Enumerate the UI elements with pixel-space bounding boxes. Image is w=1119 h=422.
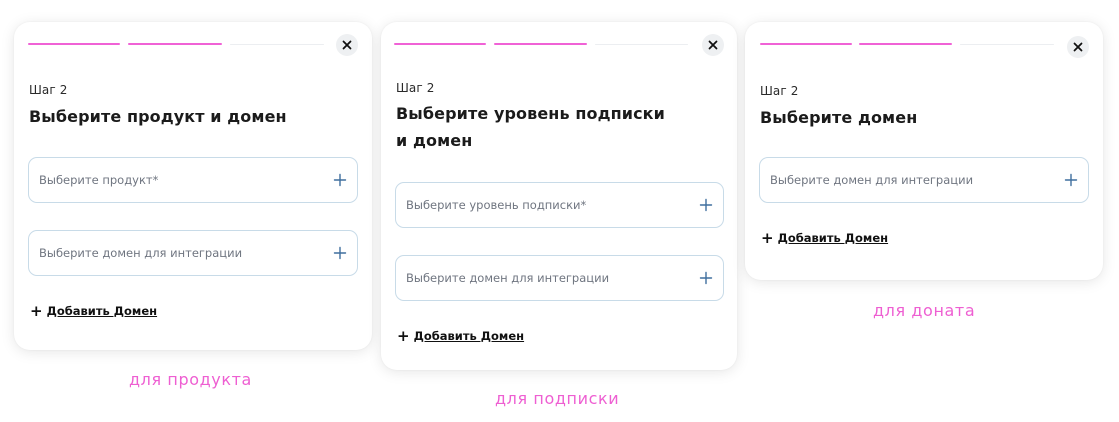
field-placeholder: Выберите продукт*	[39, 173, 159, 187]
progress-segment-1	[394, 43, 486, 45]
progress-segment-1	[28, 43, 120, 45]
caption-subscription: для подписки	[495, 389, 620, 408]
close-button[interactable]	[702, 34, 724, 56]
close-icon	[342, 40, 352, 50]
step-progress	[28, 43, 324, 45]
step-label: Шаг 2	[396, 81, 435, 95]
plus-icon	[699, 271, 713, 285]
plus-icon: +	[30, 302, 43, 320]
step-progress	[394, 43, 688, 45]
modal-title: Выберите уровень подписки и домен	[396, 100, 665, 154]
subscription-level-select-field[interactable]: Выберите уровень подписки*	[395, 182, 724, 228]
modal-card-product: Шаг 2 Выберите продукт и домен Выберите …	[14, 22, 372, 350]
step-label: Шаг 2	[760, 84, 799, 98]
plus-icon	[1064, 173, 1078, 187]
modal-card-donation: Шаг 2 Выберите домен Выберите домен для …	[745, 22, 1103, 280]
plus-icon: +	[761, 229, 774, 247]
plus-icon	[699, 198, 713, 212]
plus-icon: +	[397, 327, 410, 345]
add-domain-link[interactable]: + Добавить Домен	[30, 302, 158, 320]
progress-segment-2	[494, 43, 587, 45]
modal-title: Выберите домен	[760, 104, 917, 131]
add-domain-label: Добавить Домен	[46, 304, 158, 318]
field-placeholder: Выберите домен для интеграции	[770, 173, 974, 187]
close-icon	[1073, 42, 1083, 52]
caption-donation: для доната	[873, 301, 976, 320]
close-icon	[708, 40, 718, 50]
close-button[interactable]	[336, 34, 358, 56]
step-label: Шаг 2	[29, 83, 68, 97]
plus-icon	[333, 246, 347, 260]
modal-title: Выберите продукт и домен	[29, 103, 287, 130]
modal-card-subscription: Шаг 2 Выберите уровень подписки и домен …	[381, 22, 737, 370]
field-placeholder: Выберите домен для интеграции	[406, 271, 610, 285]
progress-segment-3	[595, 44, 688, 45]
step-progress	[760, 43, 1054, 45]
add-domain-link[interactable]: + Добавить Домен	[397, 327, 525, 345]
field-placeholder: Выберите уровень подписки*	[406, 198, 587, 212]
add-domain-link[interactable]: + Добавить Домен	[761, 229, 889, 247]
modal-title-line: Выберите уровень подписки	[396, 104, 665, 123]
modal-title-line: Выберите продукт и домен	[29, 107, 287, 126]
modal-title-line: Выберите домен	[760, 108, 918, 127]
domain-select-field[interactable]: Выберите домен для интеграции	[759, 157, 1089, 203]
progress-segment-3	[230, 44, 324, 45]
progress-segment-2	[859, 43, 952, 45]
field-placeholder: Выберите домен для интеграции	[39, 246, 243, 260]
progress-segment-2	[128, 43, 222, 45]
domain-select-field[interactable]: Выберите домен для интеграции	[395, 255, 724, 301]
caption-product: для продукта	[129, 370, 252, 389]
close-button[interactable]	[1067, 36, 1089, 58]
domain-select-field[interactable]: Выберите домен для интеграции	[28, 230, 358, 276]
progress-segment-3	[960, 44, 1054, 45]
add-domain-label: Добавить Домен	[413, 329, 525, 343]
plus-icon	[333, 173, 347, 187]
progress-segment-1	[760, 43, 852, 45]
product-select-field[interactable]: Выберите продукт*	[28, 157, 358, 203]
add-domain-label: Добавить Домен	[777, 231, 889, 245]
modal-title-line: и домен	[396, 131, 473, 150]
